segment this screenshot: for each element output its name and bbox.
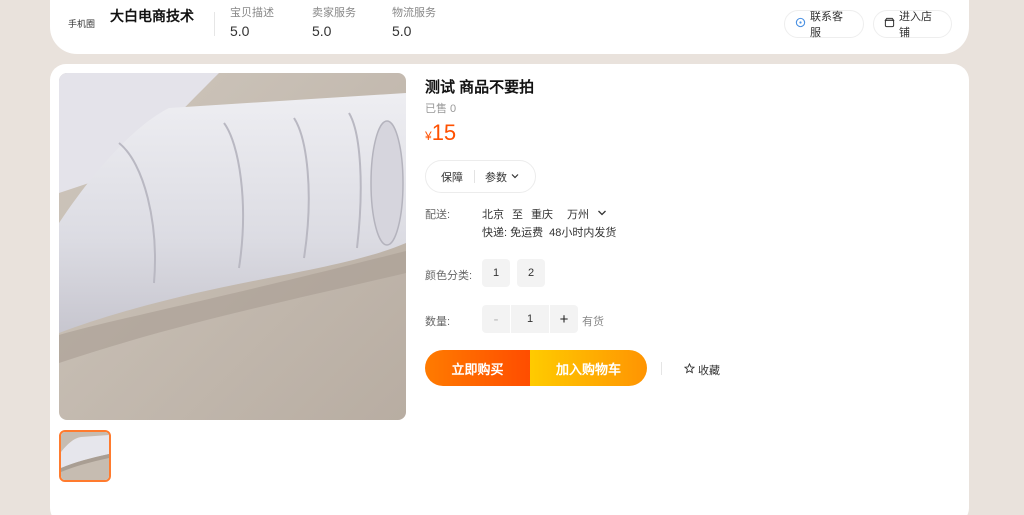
product-main-image [59,73,406,420]
header-divider [214,12,215,36]
shipping-label: 配送: [425,209,451,221]
contact-service-button[interactable]: 联系客服 [784,10,864,39]
color-option-2[interactable]: 2 [517,259,545,287]
score-label: 宝贝描述 [230,7,274,19]
favorite-label: 收藏 [698,365,720,377]
contact-service-label: 联系客服 [810,11,843,39]
enter-store-button[interactable]: 进入店铺 [873,10,952,39]
score-label: 卖家服务 [312,7,356,19]
currency-symbol: ¥ [425,129,432,143]
action-divider [661,362,662,375]
score-value: 5.0 [392,23,412,39]
color-option-1[interactable]: 1 [482,259,510,287]
stock-status: 有货 [582,316,604,328]
info-tabs: 保障 参数 [425,160,536,193]
product-thumbnail[interactable] [59,430,111,482]
favorite-button[interactable]: 收藏 [683,362,720,378]
sold-count: 已售 0 [425,103,457,115]
store-icon [884,17,895,31]
product-card: 测试 商品不要拍 已售 0 ¥15 保障 参数 配送: 北京 至 重庆 万州 快… [50,64,969,515]
color-label: 颜色分类: [425,270,473,282]
ship-from: 北京 [482,209,504,221]
quantity-input[interactable] [511,305,549,333]
price-value: 15 [431,120,457,145]
shop-name[interactable]: 大白电商技术 [110,6,194,26]
quantity-increase-button[interactable]: + [550,305,578,333]
mobile-link[interactable]: 手机圈 [68,17,95,30]
score-service: 卖家服务 5.0 [312,6,356,40]
tab-params-label: 参数 [485,171,507,184]
headset-icon [795,17,806,31]
shipping-details: 快递: 免运费 48小时内发货 [482,224,616,240]
enter-store-label: 进入店铺 [899,11,932,39]
ship-district: 万州 [567,209,589,221]
score-value: 5.0 [312,23,332,39]
score-logistics: 物流服务 5.0 [392,6,436,40]
add-to-cart-button[interactable]: 加入购物车 [530,350,647,386]
buy-now-button[interactable]: 立即购买 [425,350,530,386]
quantity-decrease-button[interactable]: - [482,305,510,333]
ship-to: 重庆 [531,209,553,221]
shipping-route[interactable]: 北京 至 重庆 万州 [482,206,607,222]
chevron-down-icon [511,171,519,183]
shop-header: 手机圈 大白电商技术 宝贝描述 5.0 卖家服务 5.0 物流服务 5.0 联系… [50,0,969,54]
product-title: 测试 商品不要拍 [425,79,535,96]
shipping-dispatch: 48小时内发货 [549,227,617,239]
chevron-down-icon [597,208,607,220]
product-price: ¥15 [425,120,456,146]
tab-guarantee[interactable]: 保障 [426,169,474,185]
shipping-method: 快递: 免运费 [482,227,544,239]
score-value: 5.0 [230,23,250,39]
quantity-label: 数量: [425,316,451,328]
ship-to-word: 至 [512,209,523,221]
score-description: 宝贝描述 5.0 [230,6,274,40]
tab-params[interactable]: 参数 [475,169,519,185]
star-icon [683,362,696,377]
score-label: 物流服务 [392,7,436,19]
